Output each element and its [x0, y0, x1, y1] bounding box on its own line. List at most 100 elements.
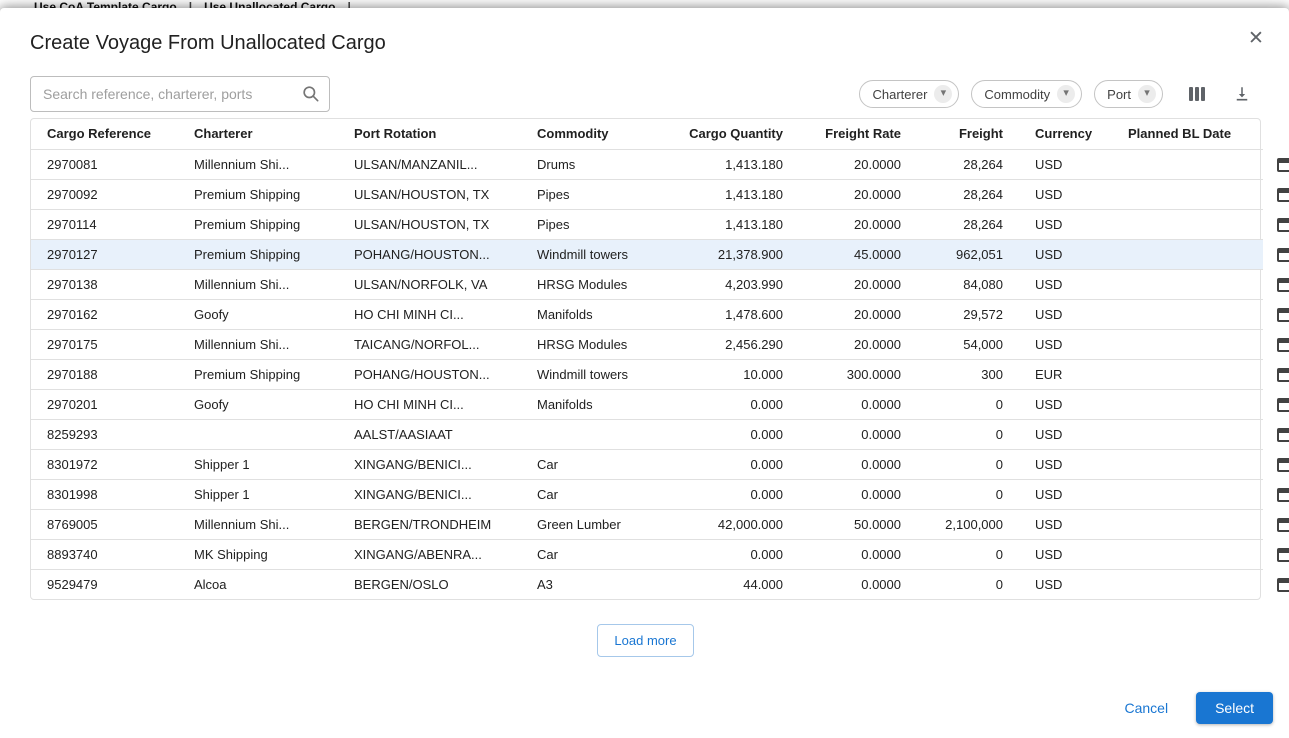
table-cell: 45.0000 — [854, 246, 901, 262]
table-cell: USD — [1035, 576, 1063, 592]
table-cell: USD — [1035, 216, 1063, 232]
table-row[interactable]: 2970114 Premium Shipping ULSAN/HOUSTON, TX… — [31, 209, 1289, 239]
table-row[interactable]: 2970201 Goofy HO CHI MINH CI... Manifolds 0.… — [31, 389, 1289, 419]
table-cell: BERGEN/TRONDHEIM — [354, 516, 492, 532]
table-cell: HRSG Modules — [537, 336, 628, 352]
table-row[interactable]: 8893740 MK Shipping XINGANG/ABENRA... Car 0.… — [31, 539, 1289, 569]
table-cell: Windmill towers — [537, 366, 629, 382]
search-input[interactable] — [30, 76, 330, 112]
table-row[interactable]: 2970138 Millennium Shi... ULSAN/NORFOLK, V… — [31, 269, 1289, 299]
table-cell: XINGANG/ABENRA... — [354, 546, 482, 562]
cargo-table-wrap: Cargo Reference Charterer Port Rotation Com… — [30, 118, 1289, 600]
create-voyage-modal: Create Voyage From Unallocated Cargo ✕ C… — [0, 8, 1289, 738]
chevron-down-icon: ▾ — [934, 85, 953, 103]
tab-use-coa-template-cargo[interactable]: Use CoA Template Cargo — [34, 0, 177, 8]
table-cell: HRSG Modules — [537, 276, 628, 292]
table-cell: 20.0000 — [854, 186, 901, 202]
calendar-icon[interactable] — [1277, 397, 1289, 412]
table-cell: 8893740 — [47, 546, 98, 562]
table-row[interactable]: 8301972 Shipper 1 XINGANG/BENICI... Car 0.00… — [31, 449, 1289, 479]
download-icon[interactable] — [1233, 85, 1251, 103]
port-filter-dropdown[interactable]: Port ▾ — [1094, 80, 1163, 108]
table-cell: USD — [1035, 546, 1063, 562]
table-cell: USD — [1035, 306, 1063, 322]
load-more-button[interactable]: Load more — [597, 624, 694, 657]
calendar-icon[interactable] — [1277, 307, 1289, 322]
table-cell: Car — [537, 546, 558, 562]
table-cell: 0.000 — [750, 396, 783, 412]
table-cell: BERGEN/OSLO — [354, 576, 449, 592]
table-row[interactable]: 2970162 Goofy HO CHI MINH CI... Manifolds 1,… — [31, 299, 1289, 329]
table-cell: 0.000 — [750, 546, 783, 562]
table-row[interactable]: 2970092 Premium Shipping ULSAN/HOUSTON, TX… — [31, 179, 1289, 209]
calendar-icon[interactable] — [1277, 247, 1289, 262]
column-header: Commodity — [537, 126, 609, 142]
cancel-button[interactable]: Cancel — [1124, 700, 1168, 716]
table-cell: Car — [537, 456, 558, 472]
table-cell: Manifolds — [537, 306, 593, 322]
table-cell: 2970127 — [47, 246, 98, 262]
close-icon[interactable]: ✕ — [1243, 26, 1269, 52]
table-row[interactable]: 2970188 Premium Shipping POHANG/HOUSTON...… — [31, 359, 1289, 389]
table-row[interactable]: 2970081 Millennium Shi... ULSAN/MANZANIL..… — [31, 149, 1289, 179]
calendar-icon[interactable] — [1277, 157, 1289, 172]
calendar-icon[interactable] — [1277, 217, 1289, 232]
table-cell: ULSAN/MANZANIL... — [354, 156, 478, 172]
charterer-filter-dropdown[interactable]: Charterer ▾ — [859, 80, 960, 108]
table-cell: 0.0000 — [861, 576, 901, 592]
column-header: Port Rotation — [354, 126, 437, 142]
table-cell — [1112, 509, 1289, 539]
calendar-icon[interactable] — [1277, 577, 1289, 592]
table-cell: 2970092 — [47, 186, 98, 202]
load-more-row: Load more — [30, 624, 1261, 657]
table-row[interactable]: 9529479 Alcoa BERGEN/OSLO A3 44.000 0.0000 0 US… — [31, 569, 1289, 599]
table-row[interactable]: 2970127 Premium Shipping POHANG/HOUSTON...… — [31, 239, 1289, 269]
table-cell: Millennium Shi... — [194, 276, 290, 292]
table-cell: 0.0000 — [861, 486, 901, 502]
table-cell: Green Lumber — [537, 516, 621, 532]
table-cell: 2,456.290 — [725, 336, 783, 352]
calendar-icon[interactable] — [1277, 517, 1289, 532]
tab-use-unallocated-cargo[interactable]: Use Unallocated Cargo — [204, 0, 335, 8]
table-cell: Car — [537, 486, 558, 502]
table-cell: Goofy — [194, 306, 229, 322]
modal-footer: Cancel Select — [1124, 692, 1273, 724]
table-cell: 2,100,000 — [945, 516, 1003, 532]
columns-icon[interactable] — [1187, 85, 1207, 103]
table-cell: ULSAN/HOUSTON, TX — [354, 186, 490, 202]
table-cell: 0.0000 — [861, 426, 901, 442]
table-cell: Shipper 1 — [194, 456, 250, 472]
calendar-icon[interactable] — [1277, 277, 1289, 292]
table-cell: Shipper 1 — [194, 486, 250, 502]
calendar-icon[interactable] — [1277, 337, 1289, 352]
table-cell: 8769005 — [47, 516, 98, 532]
calendar-icon[interactable] — [1277, 367, 1289, 382]
table-row[interactable]: 8259293 AALST/AASIAAT 0.000 0.0000 0 USD — [31, 419, 1289, 449]
column-header: Freight — [958, 126, 1003, 142]
table-cell — [1112, 329, 1289, 359]
background-page-tabs: Use CoA Template Cargo | Use Unallocated… — [0, 0, 1289, 8]
table-cell: 300 — [981, 366, 1003, 382]
cargo-table-body: 2970081 Millennium Shi... ULSAN/MANZANIL..… — [31, 149, 1289, 599]
table-cell: 2970201 — [47, 396, 98, 412]
commodity-filter-dropdown[interactable]: Commodity ▾ — [971, 80, 1083, 108]
table-cell: 54,000 — [963, 336, 1003, 352]
calendar-icon[interactable] — [1277, 547, 1289, 562]
select-button[interactable]: Select — [1196, 692, 1273, 724]
calendar-icon[interactable] — [1277, 427, 1289, 442]
table-cell: Premium Shipping — [194, 246, 301, 262]
table-cell: 28,264 — [963, 186, 1003, 202]
table-cell — [1112, 539, 1289, 569]
column-header: Currency — [1035, 126, 1093, 142]
table-cell — [1112, 359, 1289, 389]
table-cell: 0 — [995, 396, 1003, 412]
table-row[interactable]: 8301998 Shipper 1 XINGANG/BENICI... Car 0.00… — [31, 479, 1289, 509]
table-row[interactable]: 2970175 Millennium Shi... TAICANG/NORFOL..… — [31, 329, 1289, 359]
table-cell: USD — [1035, 486, 1063, 502]
calendar-icon[interactable] — [1277, 457, 1289, 472]
calendar-icon[interactable] — [1277, 187, 1289, 202]
table-row[interactable]: 8769005 Millennium Shi... BERGEN/TRONDHEIM… — [31, 509, 1289, 539]
calendar-icon[interactable] — [1277, 487, 1289, 502]
table-cell: A3 — [537, 576, 553, 592]
chevron-down-icon: ▾ — [1138, 85, 1156, 103]
